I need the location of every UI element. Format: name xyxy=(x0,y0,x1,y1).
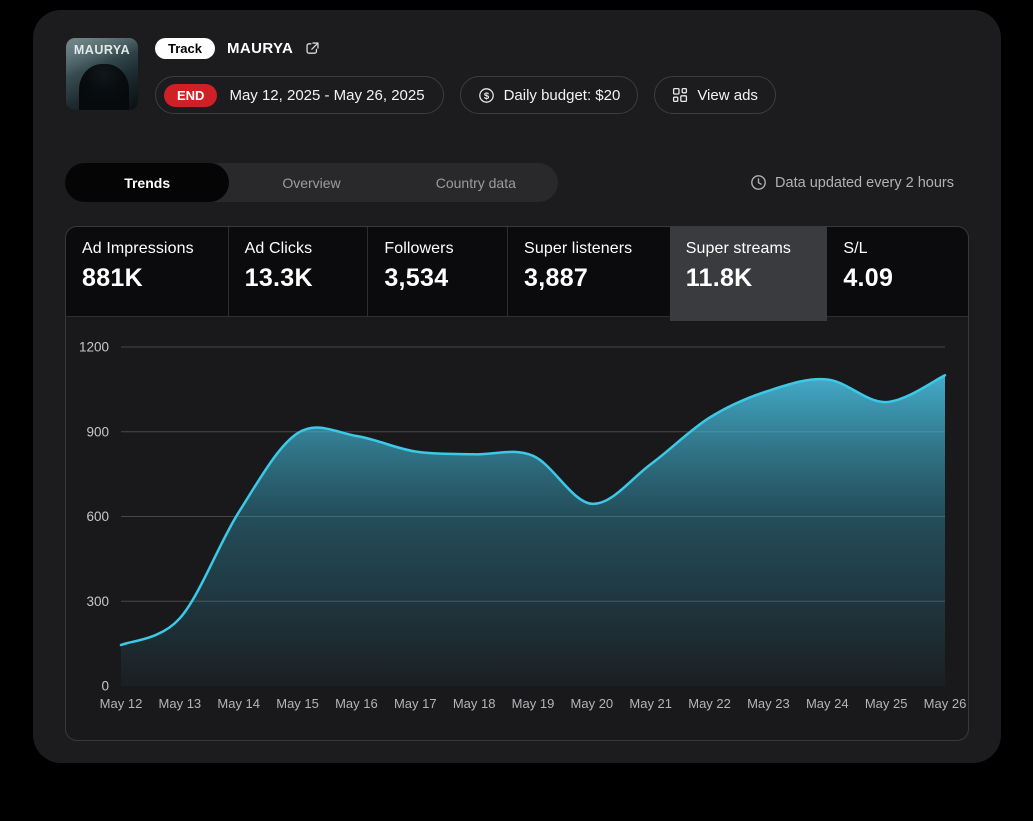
y-tick-label: 600 xyxy=(86,509,109,524)
stat-ad-clicks[interactable]: Ad Clicks 13.3K xyxy=(229,227,369,316)
track-title: MAURYA xyxy=(227,40,293,57)
dollar-circle-icon: $ xyxy=(478,87,495,104)
x-tick-label: May 13 xyxy=(159,696,202,711)
view-ads-button[interactable]: View ads xyxy=(654,76,776,114)
x-tick-label: May 21 xyxy=(629,696,672,711)
stat-followers[interactable]: Followers 3,534 xyxy=(368,227,508,316)
daily-budget-pill: $ Daily budget: $20 xyxy=(460,76,639,114)
x-tick-label: May 16 xyxy=(335,696,378,711)
x-tick-label: May 17 xyxy=(394,696,437,711)
view-ads-label: View ads xyxy=(697,87,758,104)
stat-value: 13.3K xyxy=(245,264,362,293)
x-tick-label: May 19 xyxy=(512,696,555,711)
y-tick-label: 900 xyxy=(86,424,109,439)
stat-label: Ad Impressions xyxy=(82,240,222,258)
clock-icon xyxy=(750,174,767,191)
campaign-card: MAURYA Track MAURYA END May 12, 2025 - M… xyxy=(33,10,1001,763)
ads-grid-icon xyxy=(672,87,688,103)
stat-label: Super streams xyxy=(686,240,822,258)
x-tick-label: May 26 xyxy=(924,696,967,711)
x-tick-label: May 12 xyxy=(100,696,143,711)
album-art: MAURYA xyxy=(66,38,138,110)
campaign-dates-pill: END May 12, 2025 - May 26, 2025 xyxy=(155,76,444,114)
y-tick-label: 1200 xyxy=(79,340,109,355)
trend-chart-svg: 0 300 600 900 1200 May 12 May 13 May 14 May 15 Ma… xyxy=(66,318,968,740)
daily-budget-label: Daily budget: $20 xyxy=(504,87,621,104)
y-tick-label: 300 xyxy=(86,594,109,609)
x-tick-label: May 22 xyxy=(688,696,731,711)
x-tick-label: May 14 xyxy=(217,696,260,711)
data-updated-text: Data updated every 2 hours xyxy=(775,175,954,191)
x-tick-label: May 25 xyxy=(865,696,908,711)
stat-value: 3,887 xyxy=(524,264,664,293)
y-tick-label: 0 xyxy=(101,679,109,694)
stat-value: 881K xyxy=(82,264,222,293)
x-tick-label: May 15 xyxy=(276,696,319,711)
svg-text:$: $ xyxy=(483,90,489,101)
tab-trends[interactable]: Trends xyxy=(65,163,229,202)
title-row: Track MAURYA xyxy=(155,37,320,60)
trend-area xyxy=(121,375,945,686)
data-updated-note: Data updated every 2 hours xyxy=(750,163,954,202)
tab-bar: Trends Overview Country data xyxy=(65,163,558,202)
stat-value: 4.09 xyxy=(843,264,962,293)
stat-label: Super listeners xyxy=(524,240,664,258)
x-tick-label: May 18 xyxy=(453,696,496,711)
stat-value: 3,534 xyxy=(384,264,501,293)
tab-country-data[interactable]: Country data xyxy=(394,163,558,202)
stat-label: Followers xyxy=(384,240,501,258)
stat-super-streams[interactable]: Super streams 11.8K xyxy=(670,227,828,316)
stat-label: S/L xyxy=(843,240,962,258)
stats-row: Ad Impressions 881K Ad Clicks 13.3K Foll… xyxy=(66,227,968,317)
stat-super-listeners[interactable]: Super listeners 3,887 xyxy=(508,227,670,316)
album-art-silhouette xyxy=(79,64,129,110)
x-tick-label: May 24 xyxy=(806,696,849,711)
stat-ad-impressions[interactable]: Ad Impressions 881K xyxy=(66,227,229,316)
campaign-date-range: May 12, 2025 - May 26, 2025 xyxy=(229,87,424,104)
stat-value: 11.8K xyxy=(686,264,822,293)
x-tick-label: May 20 xyxy=(571,696,614,711)
stat-label: Ad Clicks xyxy=(245,240,362,258)
trend-chart: 0 300 600 900 1200 May 12 May 13 May 14 May 15 Ma… xyxy=(66,318,968,740)
stats-chart-panel: Ad Impressions 881K Ad Clicks 13.3K Foll… xyxy=(65,226,969,741)
x-tick-label: May 23 xyxy=(747,696,790,711)
tab-overview[interactable]: Overview xyxy=(229,163,393,202)
campaign-status-badge: END xyxy=(164,84,217,107)
external-link-icon[interactable] xyxy=(305,41,320,56)
album-art-title: MAURYA xyxy=(66,43,138,57)
campaign-meta-row: END May 12, 2025 - May 26, 2025 $ Daily … xyxy=(155,76,776,114)
stat-sl-ratio[interactable]: S/L 4.09 xyxy=(827,227,968,316)
entity-type-badge: Track xyxy=(155,38,215,59)
